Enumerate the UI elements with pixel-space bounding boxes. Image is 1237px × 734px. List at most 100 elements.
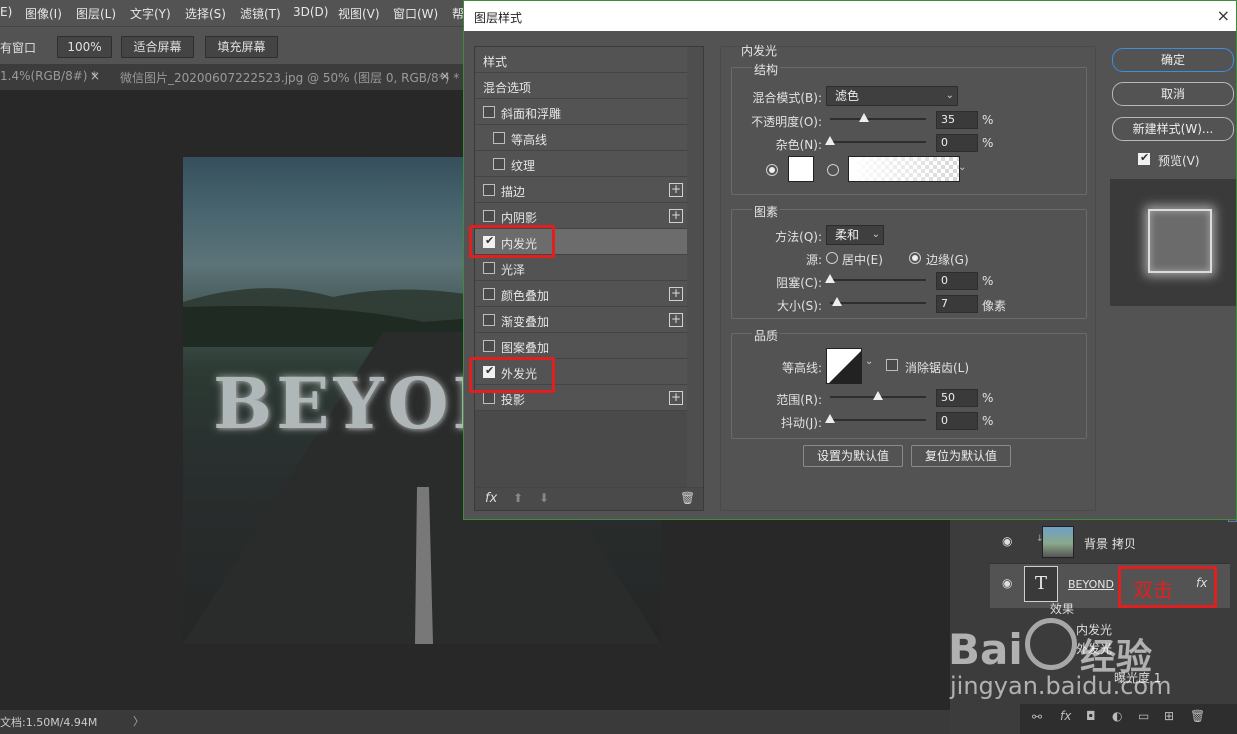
trash-icon[interactable]: 🗑 — [680, 491, 695, 505]
slider-thumb[interactable] — [858, 113, 869, 122]
menu-item-filter[interactable]: 滤镜(T) — [240, 5, 281, 22]
adjustment-icon[interactable]: ◐ — [1112, 709, 1122, 723]
blend-mode-select[interactable]: 滤色 ⌄ — [826, 86, 958, 106]
menu-item-edit[interactable]: E) — [0, 5, 12, 19]
add-icon[interactable]: + — [669, 183, 683, 197]
opacity-slider[interactable] — [830, 113, 926, 122]
style-item[interactable]: 样式 — [475, 47, 687, 73]
all-windows-label[interactable]: 有窗口 — [0, 39, 36, 56]
noise-slider[interactable] — [825, 136, 926, 145]
styles-list-scrollbar[interactable] — [687, 47, 703, 487]
anti-alias-label[interactable]: 消除锯齿(L) — [905, 359, 969, 376]
menu-item-layer[interactable]: 图层(L) — [76, 5, 116, 22]
menu-item-window[interactable]: 窗口(W) — [393, 5, 438, 22]
mask-icon[interactable]: ◘ — [1086, 709, 1096, 723]
choke-slider[interactable] — [825, 274, 926, 283]
cancel-button[interactable]: 取消 — [1112, 82, 1234, 106]
style-item[interactable]: 纹理 — [475, 151, 687, 177]
slider-thumb[interactable] — [825, 136, 835, 145]
style-checkbox[interactable] — [483, 314, 495, 326]
add-icon[interactable]: + — [669, 391, 683, 405]
close-icon[interactable]: × — [440, 69, 450, 83]
new-style-button[interactable]: 新建样式(W)... — [1112, 117, 1234, 141]
preview-label[interactable]: 预览(V) — [1158, 152, 1200, 169]
range-field[interactable]: 50 — [936, 389, 978, 407]
choke-field[interactable]: 0 — [936, 272, 978, 290]
chevron-down-icon[interactable]: ⌄ — [865, 356, 873, 367]
slider-thumb[interactable] — [825, 414, 835, 423]
reset-default-button[interactable]: 复位为默认值 — [911, 445, 1011, 467]
add-icon[interactable]: + — [669, 287, 683, 301]
status-menu-arrow[interactable]: 〉 — [133, 713, 144, 729]
style-item[interactable]: 等高线 — [475, 125, 687, 151]
preview-checkbox[interactable] — [1138, 151, 1150, 165]
trash-icon[interactable]: 🗑 — [1190, 709, 1205, 723]
slider-thumb[interactable] — [825, 274, 835, 283]
menu-item-view[interactable]: 视图(V) — [338, 5, 380, 22]
add-icon[interactable]: + — [669, 209, 683, 223]
set-default-button[interactable]: 设置为默认值 — [803, 445, 903, 467]
menu-item-3d[interactable]: 3D(D) — [293, 5, 328, 19]
style-checkbox[interactable] — [483, 288, 495, 300]
add-icon[interactable]: + — [669, 313, 683, 327]
style-checkbox[interactable] — [483, 392, 495, 404]
doc-tab-1[interactable]: 1.4%(RGB/8#) * — [0, 69, 97, 83]
jitter-slider[interactable] — [825, 414, 926, 423]
doc-tab-2[interactable]: 微信图片_20200607222523.jpg @ 50% (图层 0, RGB… — [120, 69, 459, 86]
zoom-100-button[interactable]: 100% — [57, 36, 112, 58]
gradient-radio[interactable] — [827, 164, 839, 176]
style-checkbox[interactable] — [483, 106, 495, 118]
glow-color-swatch[interactable] — [788, 156, 814, 182]
fit-screen-button[interactable]: 适合屏幕 — [121, 36, 194, 58]
close-icon[interactable]: × — [90, 69, 100, 83]
style-item[interactable]: 渐变叠加 + — [475, 307, 687, 333]
source-edge-radio[interactable] — [909, 252, 921, 264]
size-field[interactable]: 7 — [936, 295, 978, 313]
contour-preview[interactable] — [826, 348, 862, 384]
jitter-field[interactable]: 0 — [936, 412, 978, 430]
style-checkbox[interactable] — [483, 210, 495, 222]
move-up-icon[interactable]: ⬆ — [513, 491, 523, 505]
slider-thumb[interactable] — [873, 391, 883, 400]
folder-icon[interactable]: ▭ — [1138, 709, 1149, 723]
menu-item-type[interactable]: 文字(Y) — [130, 5, 171, 22]
style-checkbox[interactable] — [483, 340, 495, 352]
close-icon[interactable]: × — [1217, 6, 1230, 25]
slider-thumb[interactable] — [831, 297, 842, 306]
method-select[interactable]: 柔和 ⌄ — [826, 225, 884, 245]
style-checkbox[interactable] — [493, 158, 505, 170]
layer-name[interactable]: 背景 拷贝 — [1084, 535, 1136, 552]
new-layer-icon[interactable]: ⊞ — [1164, 709, 1174, 723]
style-checkbox[interactable] — [483, 184, 495, 196]
chevron-down-icon[interactable]: ⌄ — [958, 162, 966, 173]
source-edge-label[interactable]: 边缘(G) — [926, 251, 969, 268]
opacity-field[interactable]: 35 — [936, 111, 978, 129]
color-radio[interactable] — [766, 164, 778, 176]
ok-button[interactable]: 确定 — [1112, 48, 1234, 72]
style-item[interactable]: 混合选项 — [475, 73, 687, 99]
eye-icon[interactable]: ◉ — [1002, 576, 1012, 590]
source-center-radio[interactable] — [826, 252, 838, 264]
style-checkbox[interactable] — [493, 132, 505, 144]
gradient-swatch[interactable] — [848, 156, 960, 182]
style-item[interactable]: 斜面和浮雕 — [475, 99, 687, 125]
menu-item-select[interactable]: 选择(S) — [185, 5, 226, 22]
layer-row-bg-copy[interactable]: ◉ ↓ 背景 拷贝 — [990, 520, 1230, 564]
link-icon[interactable]: ⚯ — [1032, 710, 1042, 724]
fx-icon[interactable]: fx — [485, 491, 497, 506]
style-item[interactable]: 颜色叠加 + — [475, 281, 687, 307]
style-checkbox[interactable] — [483, 262, 495, 274]
style-item[interactable]: 图案叠加 — [475, 333, 687, 359]
anti-alias-checkbox[interactable] — [886, 359, 898, 371]
layer-name[interactable]: BEYOND — [1068, 578, 1114, 591]
eye-icon[interactable]: ◉ — [1002, 534, 1012, 548]
dialog-titlebar[interactable]: 图层样式 × — [464, 1, 1236, 31]
fill-screen-button[interactable]: 填充屏幕 — [205, 36, 278, 58]
noise-field[interactable]: 0 — [936, 134, 978, 152]
menu-item-image[interactable]: 图像(I) — [25, 5, 62, 22]
range-slider[interactable] — [830, 391, 926, 400]
style-item[interactable]: 光泽 — [475, 255, 687, 281]
size-slider[interactable] — [830, 297, 926, 306]
move-down-icon[interactable]: ⬇ — [539, 491, 549, 505]
source-center-label[interactable]: 居中(E) — [842, 251, 883, 268]
